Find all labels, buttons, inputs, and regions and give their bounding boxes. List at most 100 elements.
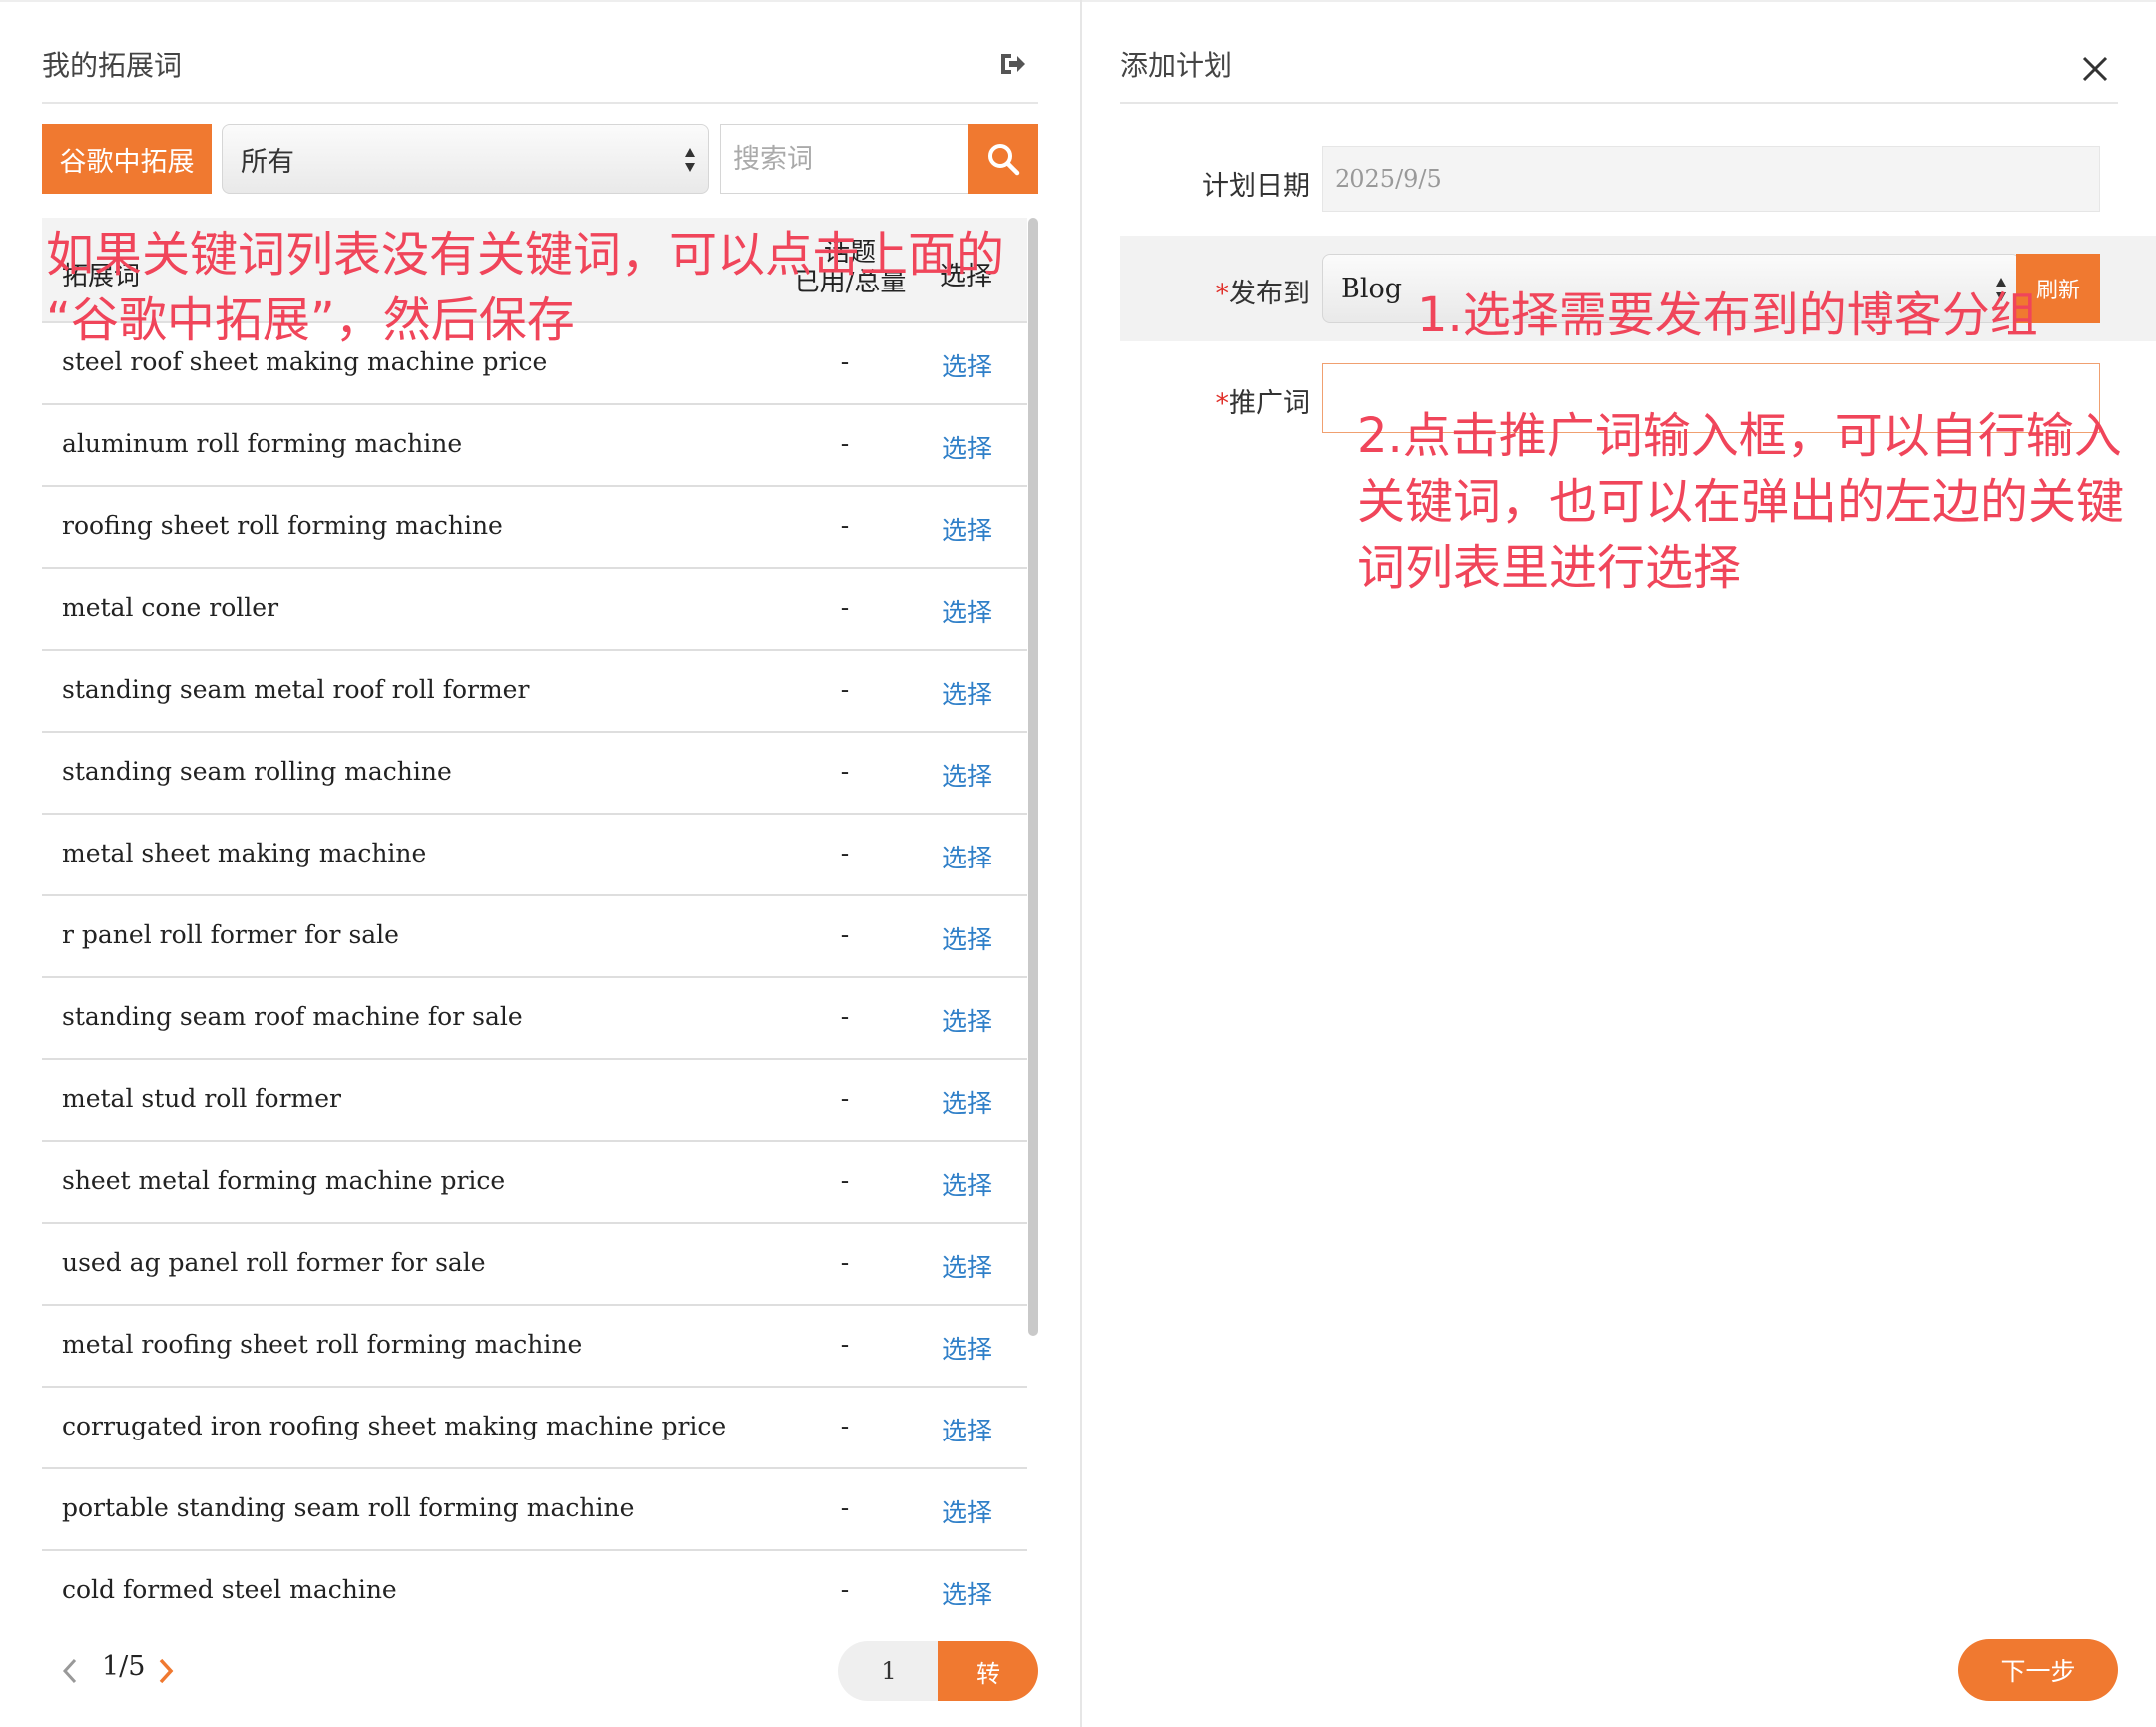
select-arrows-icon bbox=[1996, 278, 2006, 301]
google-expand-button[interactable]: 谷歌中拓展 bbox=[42, 124, 212, 194]
col-topic-line1: 话题 bbox=[823, 238, 876, 268]
row-topic-count: - bbox=[840, 1575, 850, 1604]
row-select-link[interactable]: 选择 bbox=[942, 1330, 992, 1366]
keyword-label: *推广词 bbox=[1100, 381, 1311, 420]
row-topic-count: - bbox=[840, 1330, 850, 1359]
keyword-panel: 我的拓展词 谷歌中拓展 所有 拓展词 话题 已用/总量 选择 steel roo… bbox=[0, 0, 1082, 1727]
row-keyword: standing seam roof machine for sale bbox=[62, 1002, 523, 1031]
row-select-link[interactable]: 选择 bbox=[942, 1575, 992, 1611]
refresh-button[interactable]: 刷新 bbox=[2016, 254, 2100, 323]
keyword-table: 拓展词 话题 已用/总量 选择 steel roof sheet making … bbox=[42, 218, 1027, 1620]
publish-select[interactable]: Blog bbox=[1322, 254, 2020, 323]
row-select-link[interactable]: 选择 bbox=[942, 1493, 992, 1529]
table-row: metal cone roller - 选择 bbox=[42, 569, 1027, 651]
table-row: used ag panel roll former for sale - 选择 bbox=[42, 1224, 1027, 1306]
table-row: standing seam rolling machine - 选择 bbox=[42, 733, 1027, 815]
row-topic-count: - bbox=[840, 675, 850, 704]
publish-label: *发布到 bbox=[1100, 272, 1311, 310]
filter-select[interactable]: 所有 bbox=[222, 124, 709, 194]
row-select-link[interactable]: 选择 bbox=[942, 1248, 992, 1284]
table-header: 拓展词 话题 已用/总量 选择 bbox=[42, 218, 1027, 323]
row-keyword: corrugated iron roofing sheet making mac… bbox=[62, 1412, 727, 1440]
row-keyword: standing seam rolling machine bbox=[62, 757, 452, 786]
row-topic-count: - bbox=[840, 839, 850, 867]
row-keyword: metal roofing sheet roll forming machine bbox=[62, 1330, 583, 1359]
row-keyword: r panel roll former for sale bbox=[62, 920, 399, 949]
table-row: metal sheet making machine - 选择 bbox=[42, 815, 1027, 896]
row-topic-count: - bbox=[840, 511, 850, 540]
top-border bbox=[1082, 0, 2156, 2]
row-keyword: steel roof sheet making machine price bbox=[62, 347, 548, 376]
row-select-link[interactable]: 选择 bbox=[942, 757, 992, 793]
page-indicator: 1/5 bbox=[102, 1651, 146, 1682]
next-step-button[interactable]: 下一步 bbox=[1958, 1639, 2118, 1701]
table-row: roofing sheet roll forming machine - 选择 bbox=[42, 487, 1027, 569]
row-topic-count: - bbox=[840, 429, 850, 458]
table-row: cold formed steel machine - 选择 bbox=[42, 1551, 1027, 1620]
plan-date-label: 计划日期 bbox=[1202, 171, 1310, 202]
col-select-header: 选择 bbox=[940, 262, 993, 291]
filter-select-value: 所有 bbox=[241, 146, 294, 178]
col-keyword-header: 拓展词 bbox=[62, 262, 141, 291]
col-topic-header: 话题 已用/总量 bbox=[741, 238, 960, 297]
chevron-right-icon[interactable] bbox=[156, 1657, 176, 1685]
row-topic-count: - bbox=[840, 1412, 850, 1440]
row-keyword: portable standing seam roll forming mach… bbox=[62, 1493, 635, 1522]
row-keyword: aluminum roll forming machine bbox=[62, 429, 463, 458]
required-mark: * bbox=[1215, 388, 1230, 419]
keyword-input[interactable] bbox=[1322, 363, 2100, 433]
row-select-link[interactable]: 选择 bbox=[942, 511, 992, 547]
row-select-link[interactable]: 选择 bbox=[942, 920, 992, 956]
chevron-left-icon[interactable] bbox=[60, 1657, 80, 1685]
table-row: metal stud roll former - 选择 bbox=[42, 1060, 1027, 1142]
table-row: steel roof sheet making machine price - 选择 bbox=[42, 323, 1027, 405]
row-topic-count: - bbox=[840, 1084, 850, 1113]
select-arrows-icon bbox=[685, 148, 695, 172]
required-mark: * bbox=[1215, 279, 1230, 309]
plan-date-field[interactable]: 2025/9/5 bbox=[1322, 146, 2100, 212]
row-topic-count: - bbox=[840, 757, 850, 786]
search-input[interactable] bbox=[720, 124, 969, 194]
row-topic-count: - bbox=[840, 1493, 850, 1522]
row-select-link[interactable]: 选择 bbox=[942, 429, 992, 465]
close-icon[interactable] bbox=[2080, 54, 2110, 84]
table-row: r panel roll former for sale - 选择 bbox=[42, 896, 1027, 978]
row-select-link[interactable]: 选择 bbox=[942, 839, 992, 874]
table-row: metal roofing sheet roll forming machine… bbox=[42, 1306, 1027, 1388]
page-goto-input[interactable] bbox=[838, 1641, 940, 1701]
search-button[interactable] bbox=[968, 124, 1038, 194]
row-select-link[interactable]: 选择 bbox=[942, 347, 992, 383]
row-topic-count: - bbox=[840, 593, 850, 622]
row-keyword: metal cone roller bbox=[62, 593, 279, 622]
row-select-link[interactable]: 选择 bbox=[942, 1084, 992, 1120]
row-topic-count: - bbox=[840, 1248, 850, 1277]
table-row: standing seam metal roof roll former - 选择 bbox=[42, 651, 1027, 733]
publish-select-value: Blog bbox=[1341, 273, 1403, 304]
row-keyword: cold formed steel machine bbox=[62, 1575, 397, 1604]
row-select-link[interactable]: 选择 bbox=[942, 593, 992, 629]
panel-title: 添加计划 bbox=[1120, 49, 1233, 82]
table-row: corrugated iron roofing sheet making mac… bbox=[42, 1388, 1027, 1469]
scrollbar[interactable] bbox=[1028, 218, 1038, 1336]
publish-label-text: 发布到 bbox=[1229, 279, 1310, 309]
table-row: standing seam roof machine for sale - 选择 bbox=[42, 978, 1027, 1060]
page-goto-button[interactable]: 转 bbox=[938, 1641, 1038, 1701]
table-row: sheet metal forming machine price - 选择 bbox=[42, 1142, 1027, 1224]
row-keyword: sheet metal forming machine price bbox=[62, 1166, 506, 1195]
row-keyword: metal sheet making machine bbox=[62, 839, 427, 867]
row-keyword: used ag panel roll former for sale bbox=[62, 1248, 486, 1277]
row-topic-count: - bbox=[840, 920, 850, 949]
row-select-link[interactable]: 选择 bbox=[942, 1002, 992, 1038]
row-topic-count: - bbox=[840, 347, 850, 376]
row-select-link[interactable]: 选择 bbox=[942, 1412, 992, 1447]
top-border bbox=[0, 0, 1080, 2]
row-topic-count: - bbox=[840, 1002, 850, 1031]
row-select-link[interactable]: 选择 bbox=[942, 675, 992, 711]
search-icon bbox=[988, 144, 1020, 176]
table-row: aluminum roll forming machine - 选择 bbox=[42, 405, 1027, 487]
add-plan-panel: 添加计划 计划日期 2025/9/5 *发布到 Blog 刷新 *推广词 1.选… bbox=[1082, 0, 2156, 1727]
row-select-link[interactable]: 选择 bbox=[942, 1166, 992, 1202]
export-icon[interactable] bbox=[998, 52, 1026, 76]
row-keyword: roofing sheet roll forming machine bbox=[62, 511, 503, 540]
keyword-label-text: 推广词 bbox=[1229, 388, 1310, 419]
